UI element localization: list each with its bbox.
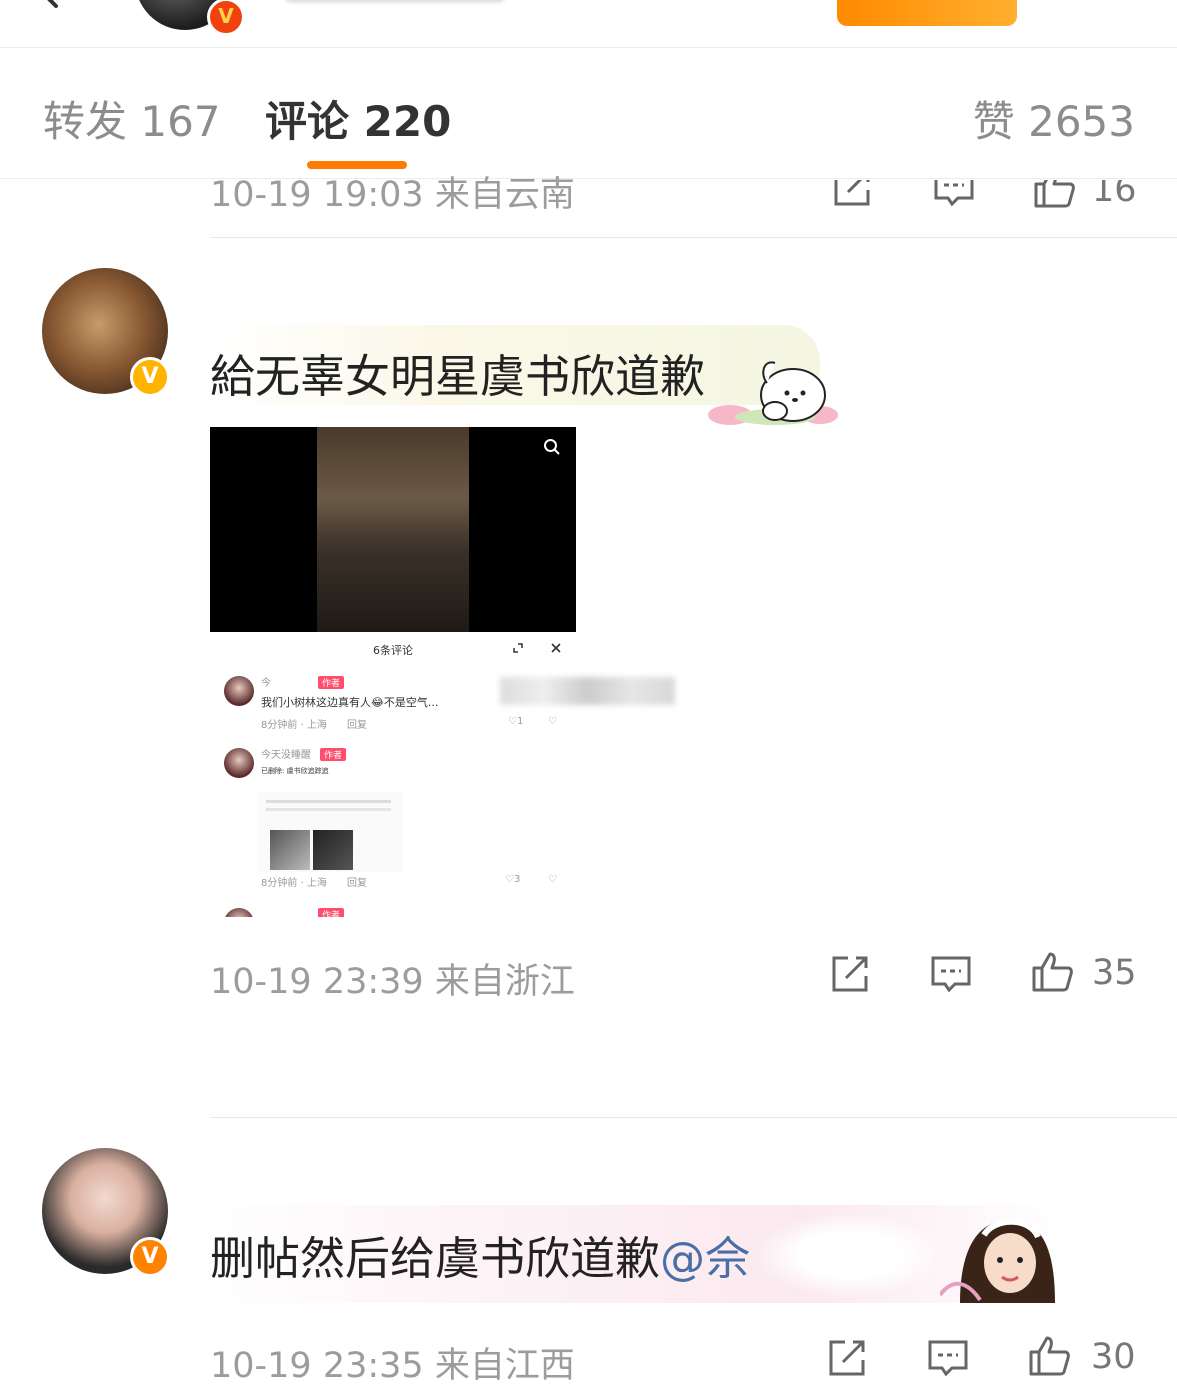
tab-likes[interactable]: 赞 2653: [973, 88, 1135, 149]
comment-time: 10-19 23:39 来自浙江: [210, 962, 575, 1002]
author-tag: 作者: [318, 676, 345, 689]
mini-like-count: ♡1: [508, 716, 524, 727]
follow-button[interactable]: [837, 0, 1017, 26]
mini-avatar: [224, 676, 254, 706]
mini-meta: 8分钟前 · 上海: [261, 878, 327, 889]
author-tag: 作者: [320, 748, 347, 761]
reply-icon[interactable]: [929, 952, 973, 996]
mini-reply: 回复: [347, 720, 367, 731]
verified-badge-icon: V: [130, 357, 170, 397]
pochacco-sticker-icon: [708, 361, 838, 425]
back-arrow-icon[interactable]: [36, 0, 64, 8]
nested-screenshot: [258, 792, 403, 872]
verified-badge-icon: V: [207, 0, 245, 36]
like-count: 35: [1092, 953, 1137, 993]
top-bar: V: [0, 0, 1177, 48]
mini-like-count: ♡3: [505, 874, 521, 885]
mini-name: 今: [261, 678, 271, 689]
author-name-redacted: [285, 0, 505, 2]
mini-avatar: [224, 908, 254, 917]
share-icon[interactable]: [825, 1336, 869, 1380]
redacted-overlay: [760, 1215, 940, 1295]
comment-panel: 6条评论 今 作者 我们小树林这边真有人😂不是空气... 8分钟前 · 上海 回…: [210, 632, 576, 917]
comment-text: 删帖然后给虞书欣道歉@佘: [210, 1232, 751, 1285]
share-icon[interactable]: [828, 952, 872, 996]
redacted-overlay: [500, 677, 675, 705]
video-frame: [317, 427, 469, 632]
tab-repost[interactable]: 转发 167: [43, 88, 221, 149]
like-count: 16: [1092, 180, 1137, 210]
user-mention[interactable]: @佘: [660, 1232, 750, 1285]
mini-reply: 回复: [347, 878, 367, 889]
comment-text: 給无辜女明星虞书欣道歉: [210, 350, 706, 403]
divider: [210, 1117, 1177, 1118]
girl-sticker-icon: [940, 1218, 1055, 1303]
like-icon[interactable]: [1030, 950, 1074, 994]
reply-icon[interactable]: [932, 180, 976, 210]
mini-name: 今天没睡醒: [261, 750, 311, 761]
search-icon: [544, 439, 560, 455]
comment-image[interactable]: 6条评论 今 作者 我们小树林这边真有人😂不是空气... 8分钟前 · 上海 回…: [210, 427, 576, 917]
close-icon: [551, 643, 561, 653]
comment-time: 10-19 23:35 来自江西: [210, 1346, 575, 1386]
share-icon[interactable]: [830, 180, 874, 210]
video-area: [210, 427, 576, 632]
verified-badge-icon: V: [130, 1237, 170, 1277]
mini-dislike-icon: ♡: [548, 716, 557, 727]
comment-meta-0: 10-19 19:03 来自云南: [210, 172, 630, 212]
comment-time: 10-19 19:03 来自云南: [210, 175, 575, 212]
divider: [210, 237, 1177, 238]
author-tag: 作者: [318, 908, 345, 917]
active-tab-indicator: [307, 161, 407, 169]
mini-dislike-icon: ♡: [548, 874, 557, 885]
like-icon[interactable]: [1032, 180, 1076, 210]
reply-icon[interactable]: [926, 1336, 970, 1380]
comment-actions-0: 16: [820, 180, 1140, 212]
mini-comment-text: 我们小树林这边真有人😂不是空气...: [261, 696, 439, 709]
mini-sub-text: 已删除: 虞书欣追踪追: [261, 767, 329, 775]
expand-icon: [513, 643, 523, 653]
like-icon[interactable]: [1027, 1334, 1071, 1378]
tab-bar: 转发 167 评论 220 赞 2653: [0, 48, 1177, 179]
like-count: 30: [1091, 1337, 1136, 1377]
mini-avatar: [224, 748, 254, 778]
mini-meta: 8分钟前 · 上海: [261, 720, 327, 731]
tab-comments[interactable]: 评论 220: [265, 88, 451, 149]
